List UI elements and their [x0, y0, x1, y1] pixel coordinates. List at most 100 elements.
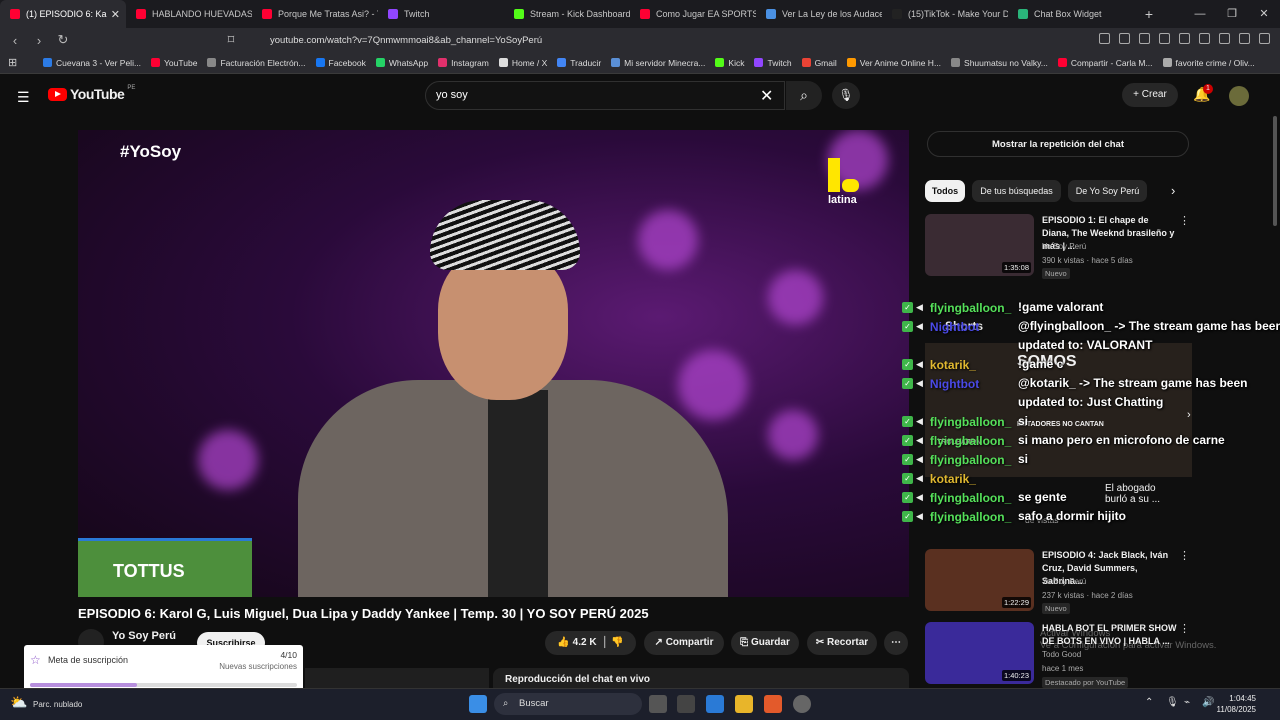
task-view-icon[interactable] [649, 695, 667, 713]
like-dislike-button[interactable]: 👍 4.2 K │ 👎 [545, 631, 636, 655]
bookmark-item[interactable]: Compartir - Carla M... [1053, 58, 1158, 68]
store-icon[interactable] [677, 695, 695, 713]
clip-button[interactable]: ✂ Recortar [807, 631, 877, 655]
bookmark-item[interactable]: Gmail [797, 58, 842, 68]
bookmark-item[interactable]: Instagram [433, 58, 494, 68]
bookmark-item[interactable]: Facebook [311, 58, 371, 68]
share-button[interactable]: ↗ Compartir [644, 631, 724, 655]
mic-tray-icon[interactable]: 🎙 [1166, 697, 1179, 708]
tts-speaker-icon: ◀ [916, 302, 923, 312]
copilot-icon[interactable] [706, 695, 724, 713]
bookmark-item[interactable]: Facturación Electrón... [202, 58, 310, 68]
weather-widget[interactable]: Parc. nublado [33, 700, 82, 709]
extension-icon[interactable] [1179, 33, 1190, 44]
extension-icon[interactable] [1159, 33, 1170, 44]
bookmark-item[interactable]: Mi servidor Minecra... [606, 58, 710, 68]
extension-icon[interactable] [1139, 33, 1150, 44]
tts-speaker-icon: ◀ [916, 378, 923, 388]
bookmark-item[interactable]: WhatsApp [371, 58, 433, 68]
tts-speaker-icon: ◀ [916, 435, 923, 445]
search-input[interactable]: yo soy [425, 81, 785, 110]
video-player[interactable]: #YoSoy latina TOTTUS [78, 130, 909, 597]
forward-icon[interactable]: › [32, 33, 46, 48]
browser-tab[interactable]: (1) EPISODIO 6: Ka ✕ [0, 0, 126, 28]
volume-icon[interactable]: 🔊 [1202, 697, 1214, 708]
recommendation-thumbnail: 1:40:23 [925, 622, 1034, 684]
more-vert-icon[interactable]: ⋮ [1179, 549, 1190, 562]
apps-icon[interactable]: ⊞ [8, 56, 17, 69]
browser-tab[interactable]: Stream - Kick Dashboard [504, 0, 630, 28]
bookmark-item[interactable]: Kick [710, 58, 749, 68]
start-icon[interactable] [469, 695, 487, 713]
system-clock[interactable]: 1:04:45 11/08/2025 [1217, 693, 1256, 715]
chat-message: si mano pero en microfono de carne [1018, 433, 1225, 447]
more-actions-button[interactable]: ⋯ [884, 631, 908, 655]
network-icon[interactable]: ⌁ [1184, 697, 1190, 708]
browser-tab[interactable]: Como Jugar EA SPORTS FC [630, 0, 756, 28]
browser-tab[interactable]: HABLANDO HUEVADAS - [126, 0, 252, 28]
bookmark-item[interactable]: Shuumatsu no Valky... [946, 58, 1053, 68]
browser-tab[interactable]: Twitch [378, 0, 504, 28]
app-icon[interactable] [793, 695, 811, 713]
reload-icon[interactable]: ↻ [56, 32, 70, 48]
create-button[interactable]: + Crear [1122, 83, 1178, 107]
tts-speaker-icon: ◀ [916, 511, 923, 521]
extension-icon[interactable] [1099, 33, 1110, 44]
maximize-button[interactable]: ❐ [1216, 0, 1248, 28]
bookmark-item[interactable]: Cuevana 3 - Ver Peli... [38, 58, 146, 68]
bookmark-item[interactable]: Traducir [552, 58, 606, 68]
bookmark-item[interactable]: YouTube [146, 58, 202, 68]
chevron-right-icon[interactable]: › [1171, 183, 1175, 198]
show-chat-replay-button[interactable]: Mostrar la repetición del chat [927, 131, 1189, 157]
url-text: youtube.com/watch?v=7Qnmwmmoai8&ab_chann… [270, 35, 543, 46]
extension-icon[interactable] [1199, 33, 1210, 44]
browser-tab[interactable]: Chat Box Widget [1008, 0, 1134, 28]
bookmark-favicon-icon [315, 58, 325, 67]
url-field[interactable]: youtube.com/watch?v=7Qnmwmmoai8&ab_chann… [250, 32, 965, 49]
bookmark-item[interactable]: favorite crime / Oliv... [1158, 58, 1260, 68]
brave-browser-icon[interactable] [764, 695, 782, 713]
search-value: yo soy [436, 89, 468, 101]
extension-icon[interactable] [1239, 33, 1250, 44]
save-button[interactable]: ⎘ Guardar [731, 631, 799, 655]
more-vert-icon[interactable]: ⋮ [1179, 214, 1190, 227]
file-explorer-icon[interactable] [735, 695, 753, 713]
bookmark-item[interactable]: Home / X [494, 58, 552, 68]
page-scrollbar[interactable] [1273, 116, 1277, 226]
chip-de-yo-soy-peru[interactable]: De Yo Soy Perú [1068, 180, 1147, 202]
close-tab-icon[interactable]: ✕ [111, 8, 120, 21]
bookmark-item[interactable]: Ver Anime Online H... [842, 58, 946, 68]
tray-chevron-icon[interactable]: ⌃ [1145, 697, 1153, 708]
avatar[interactable] [1229, 86, 1249, 106]
back-icon[interactable]: ‹ [8, 33, 22, 48]
minimize-button[interactable]: — [1184, 0, 1216, 28]
voice-search-button[interactable]: 🎙 [832, 82, 860, 109]
chat-message: si [1018, 414, 1029, 428]
weather-icon[interactable]: ⛅ [10, 694, 27, 711]
chip-todos[interactable]: Todos [925, 180, 965, 202]
bookmark-favicon-icon [715, 58, 725, 67]
extension-icon[interactable] [1219, 33, 1230, 44]
clear-search-icon[interactable]: ✕ [760, 86, 773, 106]
extension-icon[interactable] [1119, 33, 1130, 44]
bookmark-page-icon[interactable]: ⌑ [224, 32, 238, 48]
verified-badge-icon: ✓ [902, 378, 913, 389]
browser-tab[interactable]: (15)TikTok - Make Your Da [882, 0, 1008, 28]
browser-tab[interactable]: Ver La Ley de los Audaces [756, 0, 882, 28]
bookmark-item[interactable]: Twitch [749, 58, 796, 68]
taskbar-search[interactable]: ⌕ Buscar [494, 693, 642, 715]
tab-favicon-icon [514, 9, 524, 19]
menu-icon[interactable]: ☰ [17, 89, 31, 106]
new-tab-button[interactable]: + [1134, 6, 1164, 22]
close-window-button[interactable]: ✕ [1248, 0, 1280, 28]
verified-badge-icon: ✓ [902, 435, 913, 446]
recommendation-item[interactable]: 1:35:08 EPISODIO 1: El chape de Diana, T… [925, 214, 1190, 279]
youtube-logo[interactable]: YouTube PE [48, 85, 135, 102]
menu-icon[interactable] [1259, 33, 1270, 44]
browser-tab[interactable]: Porque Me Tratas Asi? - Yo [252, 0, 378, 28]
share-icon: ↗ [654, 637, 663, 648]
chip-de-tus-busquedas[interactable]: De tus búsquedas [972, 180, 1061, 202]
search-button[interactable]: ⌕ [786, 81, 822, 110]
channel-name[interactable]: Yo Soy Perú [112, 630, 176, 642]
recommendation-item[interactable]: 1:22:29 EPISODIO 4: Jack Black, Iván Cru… [925, 549, 1190, 614]
